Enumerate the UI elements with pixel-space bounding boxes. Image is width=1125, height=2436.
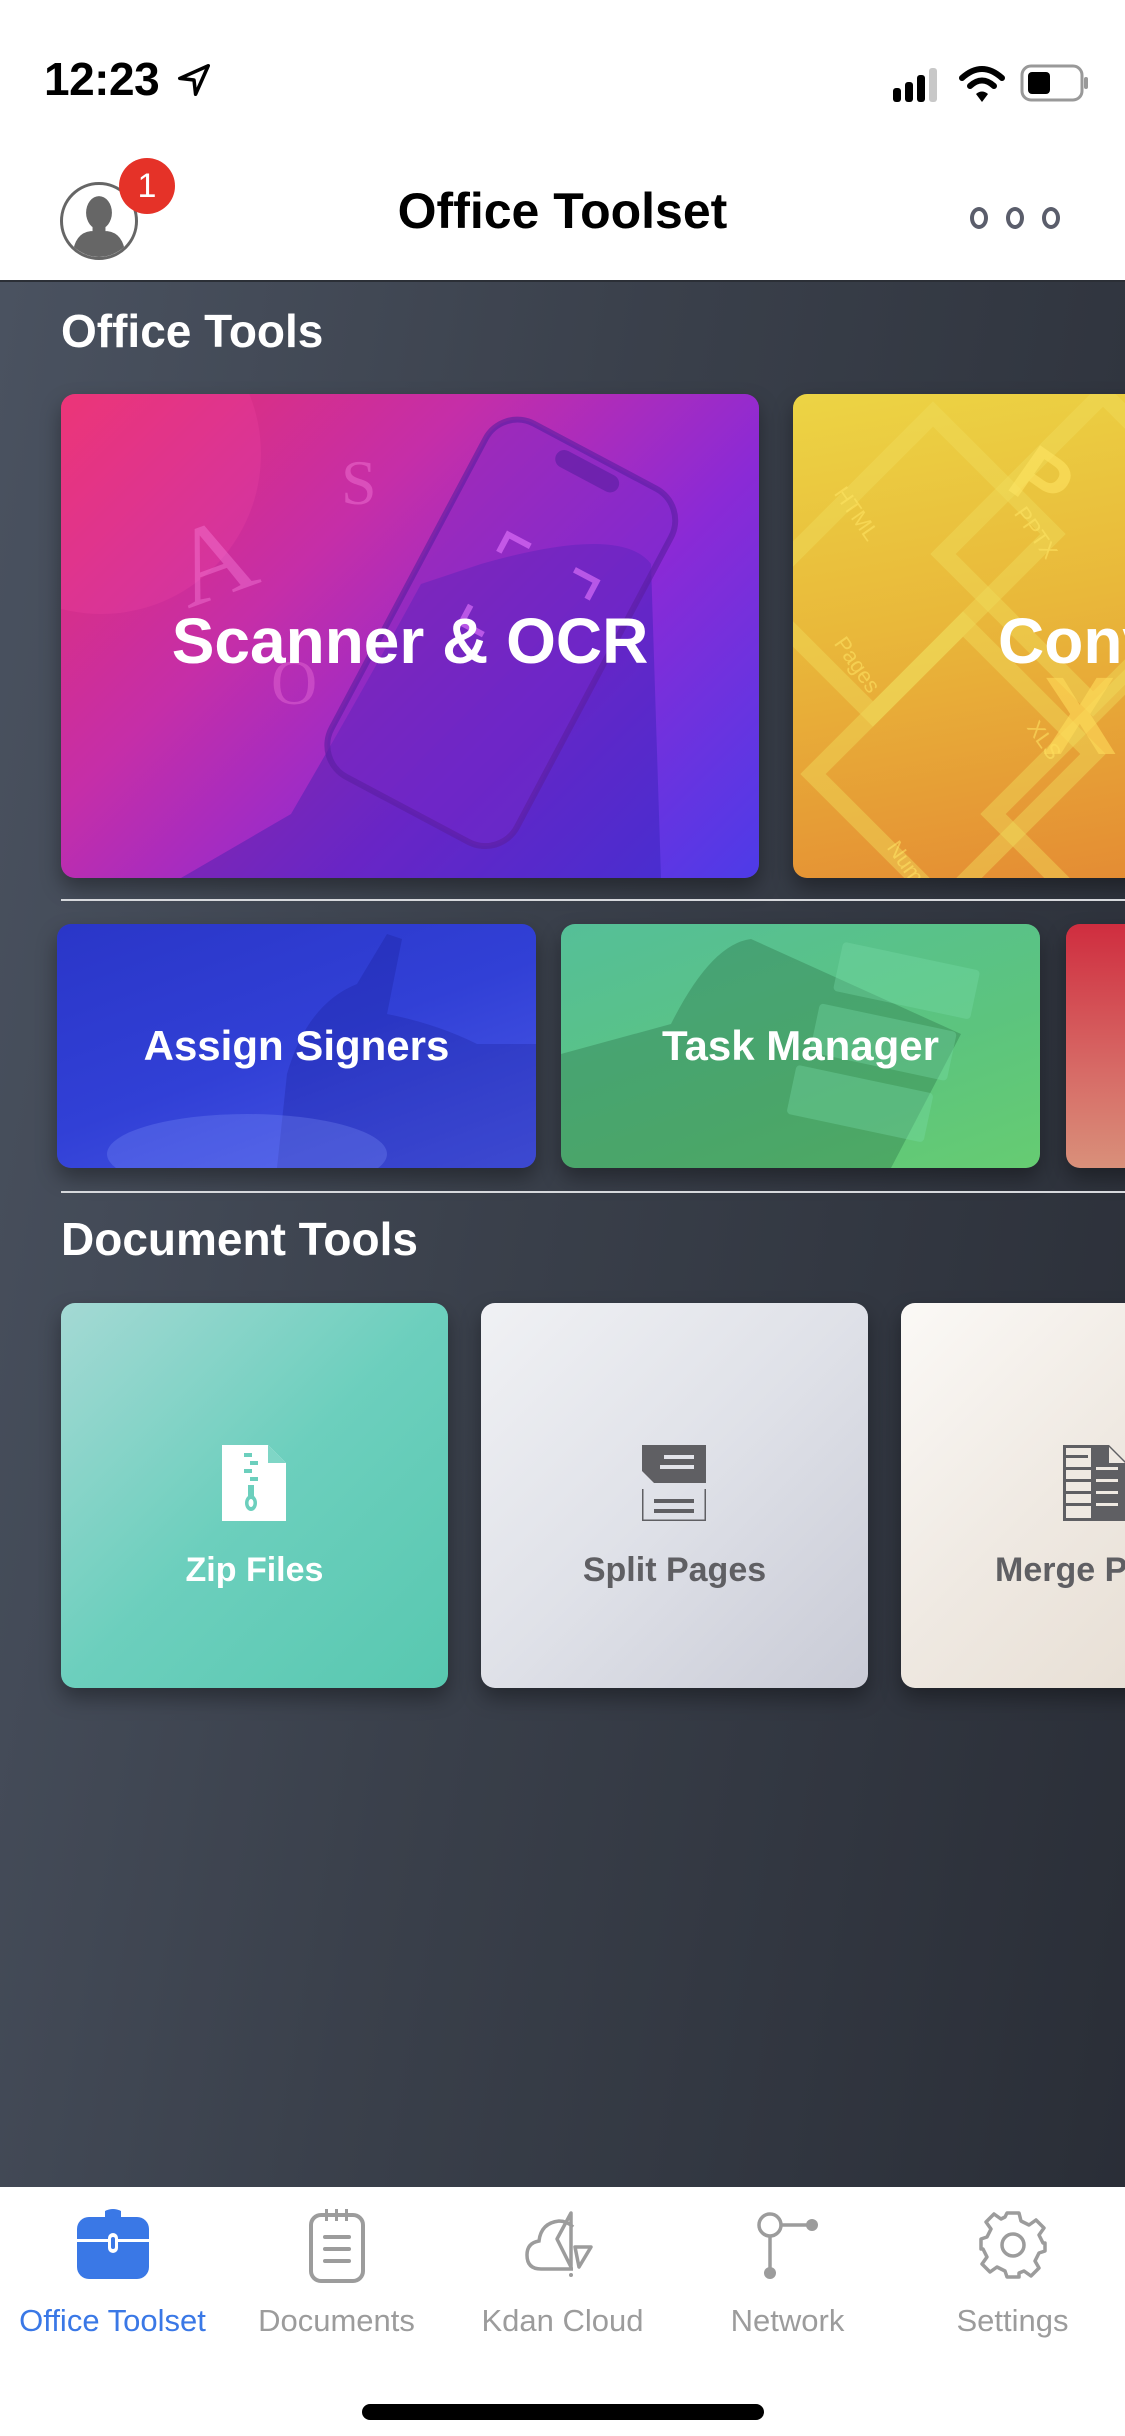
- cellular-signal-icon: [893, 68, 937, 102]
- tab-documents[interactable]: Documents: [224, 2209, 449, 2339]
- tab-kdan-cloud[interactable]: Kdan Cloud: [450, 2209, 675, 2339]
- more-dots-icon: [970, 207, 988, 229]
- battery-icon: [1020, 64, 1088, 102]
- main-content: Office Tools A S O Scanner & OCR HTML PP…: [0, 282, 1125, 2187]
- gear-icon: [978, 2211, 1047, 2279]
- zip-files-card[interactable]: Zip Files: [61, 1303, 448, 1688]
- status-bar: 12:23: [0, 0, 1125, 140]
- convert-card[interactable]: HTML PPTX P Pages XLS X Num Conv: [793, 394, 1125, 878]
- scanner-ocr-card[interactable]: A S O Scanner & OCR: [61, 394, 759, 878]
- location-arrow-icon: [178, 64, 210, 96]
- status-time: 12:23: [44, 53, 160, 105]
- wifi-icon: [959, 66, 1005, 102]
- cloud-icon: [524, 2211, 593, 2277]
- tab-bar: Office Toolset Documents Kdan Cloud Netw…: [0, 2187, 1125, 2436]
- tab-network[interactable]: Network: [675, 2209, 900, 2339]
- section-title-office-tools: Office Tools: [61, 305, 324, 357]
- svg-text:S: S: [341, 447, 377, 518]
- task-manager-label: Task Manager: [662, 1022, 939, 1069]
- split-pages-icon: [642, 1445, 706, 1521]
- merge-pages-icon: [1063, 1445, 1125, 1521]
- notepad-icon: [308, 2209, 365, 2283]
- assign-signers-label: Assign Signers: [143, 1022, 450, 1069]
- red-tool-card[interactable]: [1066, 924, 1125, 1168]
- section-title-document-tools: Document Tools: [61, 1213, 418, 1265]
- divider: [61, 1191, 1125, 1193]
- more-dots-icon: [1006, 207, 1024, 229]
- split-pages-label: Split Pages: [582, 1551, 767, 1589]
- zip-files-label: Zip Files: [185, 1551, 324, 1589]
- zip-file-icon: [222, 1445, 286, 1521]
- tab-label: Network: [730, 2303, 845, 2338]
- merge-pages-label: Merge P: [995, 1551, 1125, 1589]
- tab-label: Office Toolset: [19, 2303, 206, 2338]
- more-dots-icon: [1042, 207, 1060, 229]
- split-pages-card[interactable]: Split Pages: [481, 1303, 868, 1688]
- merge-pages-card[interactable]: Merge P: [901, 1303, 1125, 1688]
- assign-signers-card[interactable]: Assign Signers: [57, 924, 536, 1168]
- network-icon: [756, 2212, 818, 2279]
- tab-office-toolset[interactable]: Office Toolset: [0, 2209, 225, 2339]
- divider: [61, 899, 1125, 901]
- tab-label: Documents: [258, 2303, 415, 2338]
- home-indicator[interactable]: [362, 2404, 764, 2420]
- more-options-button[interactable]: [970, 198, 1060, 238]
- nav-bar: 1 Office Toolset: [0, 140, 1125, 282]
- tab-label: Kdan Cloud: [481, 2303, 644, 2338]
- toolbox-icon: [76, 2209, 149, 2279]
- task-manager-card[interactable]: Task Manager: [561, 924, 1040, 1168]
- tab-label: Settings: [956, 2303, 1069, 2338]
- page-title: Office Toolset: [397, 183, 728, 239]
- svg-text:P: P: [994, 428, 1089, 532]
- tab-settings[interactable]: Settings: [900, 2209, 1125, 2339]
- scanner-ocr-label: Scanner & OCR: [171, 605, 649, 677]
- convert-label: Conv: [998, 605, 1125, 677]
